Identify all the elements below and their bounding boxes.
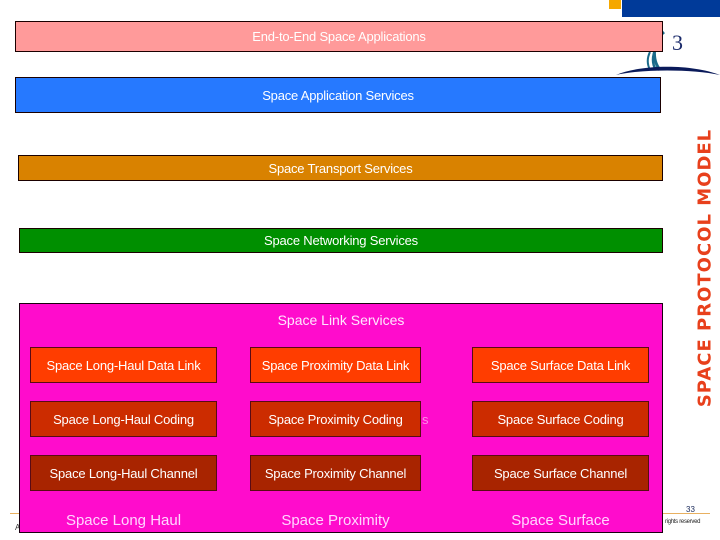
link-cell-surface-data-link: Space Surface Data Link: [472, 347, 649, 383]
logo-accent-square: [609, 0, 621, 9]
column-label-proximity: Space Proximity: [281, 512, 390, 529]
layer-label: Space Transport Services: [268, 160, 413, 176]
layer-link-services: Space Link Services Space Long-Haul Data…: [19, 303, 663, 533]
layer-end-to-end-applications: End-to-End Space Applications: [15, 21, 663, 52]
link-services-title: Space Link Services: [277, 312, 405, 328]
cell-label: Space Surface Data Link: [490, 357, 631, 373]
link-cell-long-haul-coding: Space Long-Haul Coding: [30, 401, 217, 437]
cell-label: Space Long-Haul Channel: [49, 465, 198, 481]
layer-application-services: Space Application Services: [15, 77, 661, 113]
cell-label: Space Proximity Data Link: [261, 357, 410, 373]
column-label-surface: Space Surface: [511, 512, 610, 529]
layer-label: End-to-End Space Applications: [252, 29, 426, 44]
link-cell-long-haul-data-link: Space Long-Haul Data Link: [30, 347, 217, 383]
cell-label: Space Surface Channel: [493, 465, 628, 481]
layer-label: Space Networking Services: [264, 233, 418, 248]
layer-networking-services: Space Networking Services: [19, 228, 663, 253]
logo-glyph: 3: [672, 30, 683, 55]
logo-banner: [622, 0, 720, 17]
page-number: 33: [686, 505, 695, 514]
layer-transport-services: Space Transport Services: [18, 155, 663, 181]
layer-label: Space Application Services: [262, 87, 414, 103]
side-title: SPACE PROTOCOL MODEL: [694, 128, 716, 408]
link-cell-long-haul-channel: Space Long-Haul Channel: [30, 455, 217, 491]
cell-label: Space Proximity Coding: [268, 411, 403, 427]
copyright-text: rights reserved: [665, 519, 701, 525]
cell-label: Space Proximity Channel: [264, 465, 407, 481]
column-label-long-haul: Space Long Haul: [65, 512, 182, 529]
cell-label: Space Surface Coding: [497, 411, 624, 427]
cell-label: Space Long-Haul Coding: [53, 411, 194, 427]
link-cell-surface-coding: Space Surface Coding: [472, 401, 649, 437]
hidden-text-fragment: s: [422, 412, 429, 427]
link-cell-proximity-data-link: Space Proximity Data Link: [250, 347, 421, 383]
link-cell-proximity-coding: Space Proximity Coding: [250, 401, 421, 437]
link-cell-surface-channel: Space Surface Channel: [472, 455, 649, 491]
cell-label: Space Long-Haul Data Link: [46, 357, 201, 373]
link-cell-proximity-channel: Space Proximity Channel: [250, 455, 421, 491]
